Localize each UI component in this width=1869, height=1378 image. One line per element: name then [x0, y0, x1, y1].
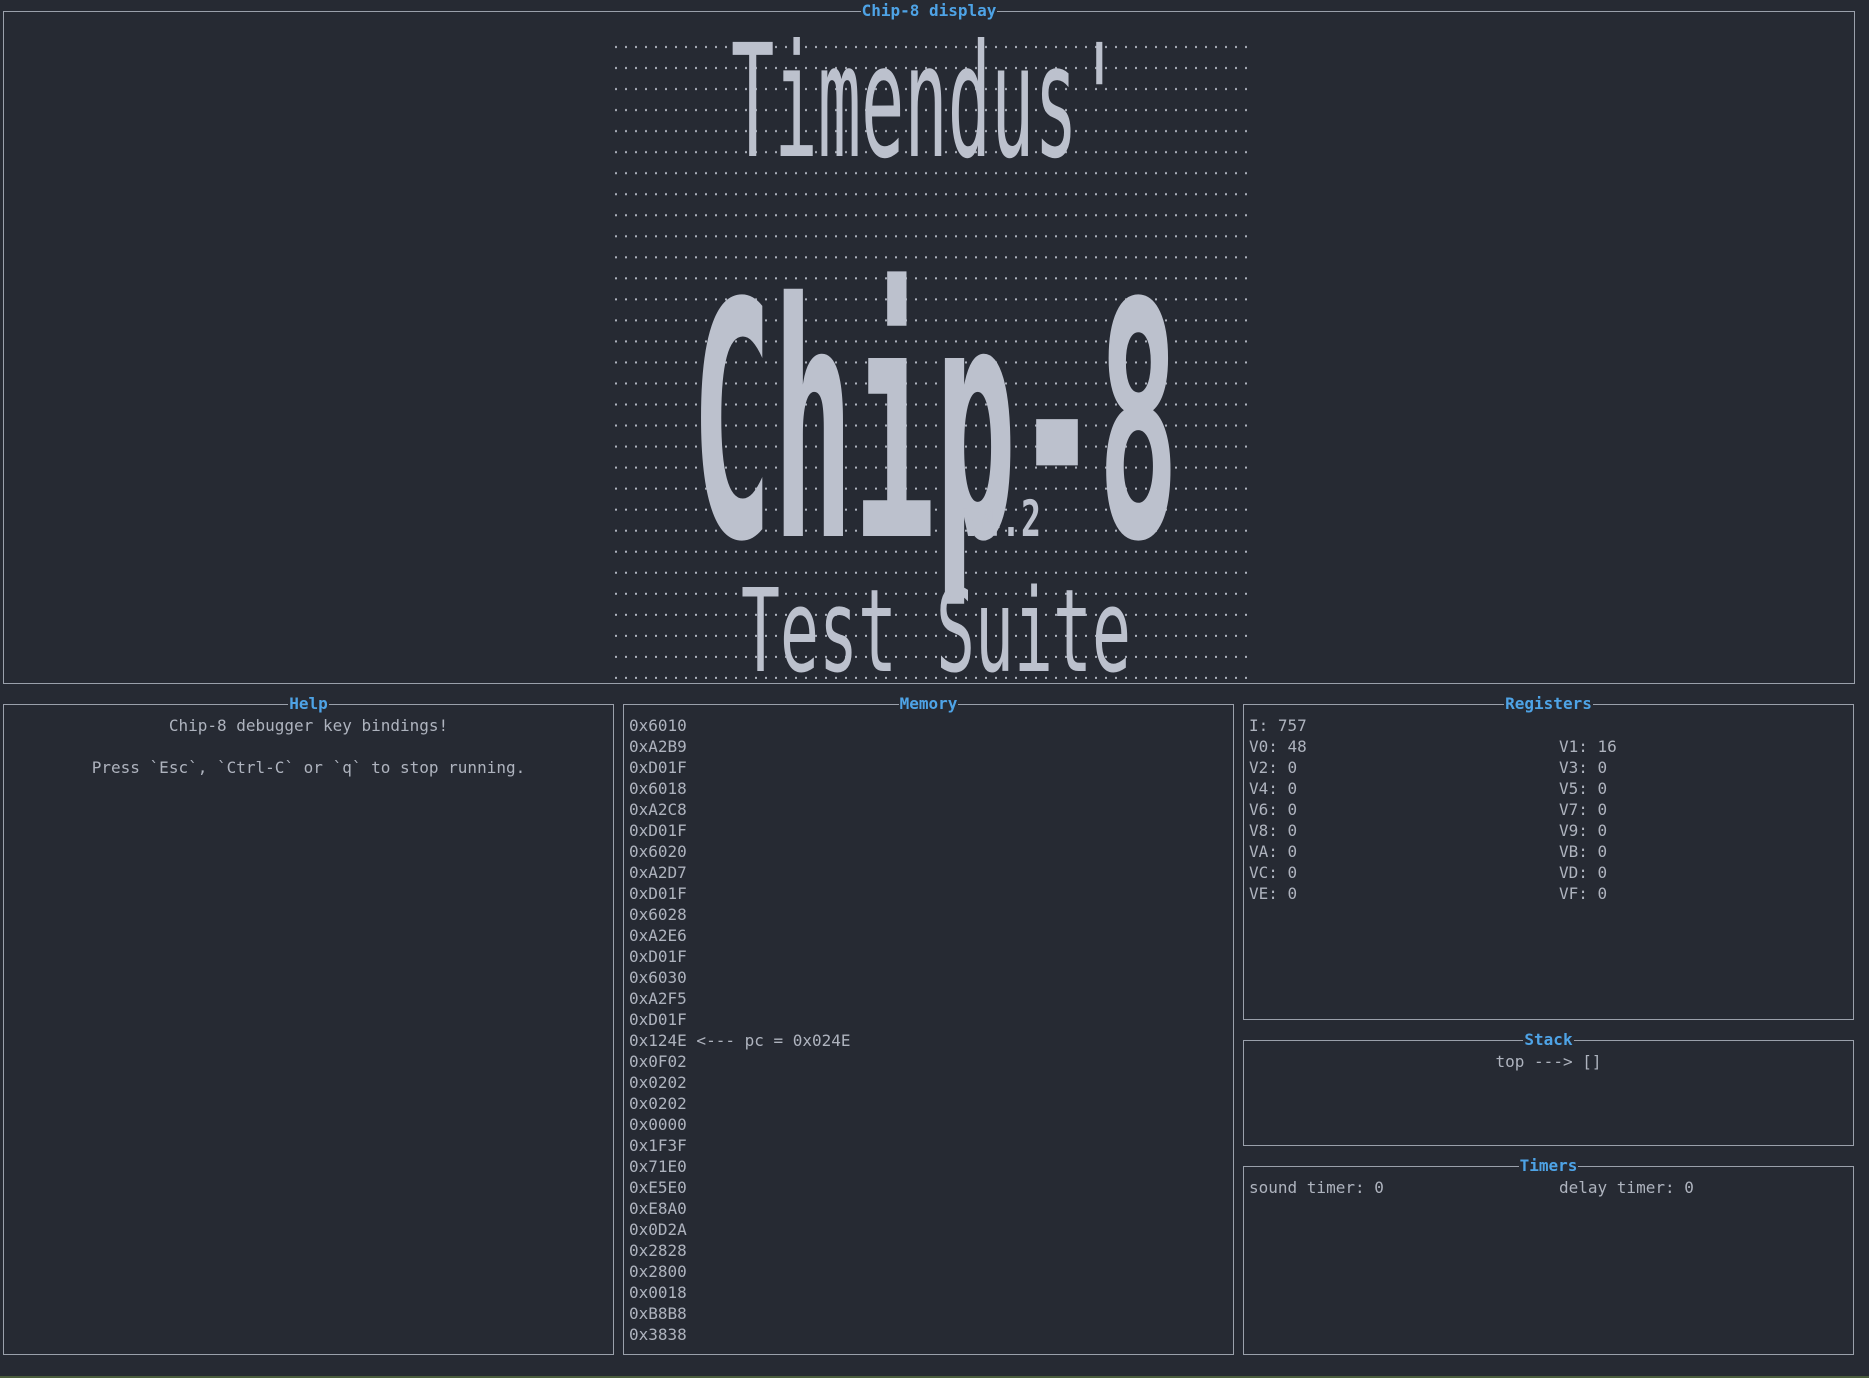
memory-line: 0x2828	[629, 1241, 687, 1260]
help-title: Help	[288, 694, 329, 713]
memory-panel: Memory 0x6010 0xA2B9 0xD01F 0x6018 0xA2C8 0xD…	[623, 694, 1234, 1355]
screen-text-line-2: Chip-8	[691, 236, 1179, 614]
stack-content: top ---> []	[1495, 1052, 1602, 1071]
screen-text-line-4: Test Suite	[741, 566, 1131, 682]
screen-text-test-suite: Test Suite	[741, 566, 1131, 682]
memory-line: 0x0018	[629, 1283, 687, 1302]
memory-title: Memory	[898, 694, 959, 713]
memory-line: 0x6018	[629, 779, 687, 798]
delay-timer: delay timer: 0	[1559, 1178, 1694, 1197]
timers-panel: Timers sound timer: 0 delay timer: 0	[1243, 1156, 1854, 1355]
registers-panel: Registers I: 757 V0: 48 V2: 0 V4: 0 V6: 0 V8…	[1243, 694, 1854, 1020]
memory-line: 0xA2D7	[629, 863, 687, 882]
display-title: Chip-8 display	[860, 1, 998, 20]
memory-line: 0x1F3F	[629, 1136, 687, 1155]
screen-text-version: v4.2	[961, 490, 1041, 548]
memory-line: 0xD01F	[629, 947, 687, 966]
register-value: VA: 0	[1249, 842, 1298, 861]
memory-line: 0xE5E0	[629, 1178, 687, 1197]
timers-title: Timers	[1518, 1156, 1579, 1175]
memory-line: 0x0202	[629, 1094, 687, 1113]
help-panel: Help Chip-8 debugger key bindings! Press…	[3, 694, 614, 1355]
memory-line: 0xD01F	[629, 758, 687, 777]
register-value: V8: 0	[1249, 821, 1298, 840]
register-value: V4: 0	[1249, 779, 1298, 798]
register-value: V0: 48	[1249, 737, 1307, 756]
memory-line: 0xD01F	[629, 1010, 687, 1029]
register-value: VD: 0	[1559, 863, 1608, 882]
memory-line: 0x0F02	[629, 1052, 687, 1071]
memory-line: 0xA2F5	[629, 989, 687, 1008]
register-value: VF: 0	[1559, 884, 1608, 903]
screen-text-chip8: Chip-8	[691, 236, 1179, 614]
help-line-heading: Chip-8 debugger key bindings!	[168, 716, 449, 735]
memory-line: 0x6030	[629, 968, 687, 987]
memory-line: 0xA2C8	[629, 800, 687, 819]
register-value: VE: 0	[1249, 884, 1298, 903]
screen-text-timendus: Timendus'	[731, 31, 1121, 194]
memory-line: 0xD01F	[629, 821, 687, 840]
memory-line: 0x0D2A	[629, 1220, 687, 1239]
memory-line: 0x0000	[629, 1115, 687, 1134]
memory-line: 0xA2E6	[629, 926, 687, 945]
help-line-quit-instructions: Press `Esc`, `Ctrl-C` or `q` to stop run…	[91, 758, 526, 777]
register-value: V6: 0	[1249, 800, 1298, 819]
chip8-display-panel: Chip-8 display Timendus' Chip-8 v4.2 Tes…	[3, 1, 1855, 684]
register-value: V2: 0	[1249, 758, 1298, 777]
register-value: V5: 0	[1559, 779, 1608, 798]
memory-line: 0x3838	[629, 1325, 687, 1344]
stack-panel: Stack top ---> []	[1243, 1030, 1854, 1146]
memory-line: 0x6028	[629, 905, 687, 924]
chip8-screen: Timendus' Chip-8 v4.2 Test Suite	[611, 31, 1251, 682]
stack-title: Stack	[1523, 1030, 1574, 1049]
memory-line: 0xB8B8	[629, 1304, 687, 1323]
register-value: V7: 0	[1559, 800, 1608, 819]
memory-line: 0xE8A0	[629, 1199, 687, 1218]
memory-line: 0x2800	[629, 1262, 687, 1281]
sound-timer: sound timer: 0	[1249, 1178, 1384, 1197]
memory-line: 0x6010	[629, 716, 687, 735]
register-value: V3: 0	[1559, 758, 1608, 777]
memory-line: 0xD01F	[629, 884, 687, 903]
register-i: I: 757	[1249, 716, 1307, 735]
register-value: V1: 16	[1559, 737, 1617, 756]
register-value: V9: 0	[1559, 821, 1608, 840]
memory-line: 0x71E0	[629, 1157, 687, 1176]
memory-line: 0x6020	[629, 842, 687, 861]
memory-line: 0xA2B9	[629, 737, 687, 756]
register-value: VC: 0	[1249, 863, 1298, 882]
register-value: VB: 0	[1559, 842, 1608, 861]
screen-text-line-1: Timendus'	[731, 31, 1121, 194]
registers-title: Registers	[1504, 694, 1593, 713]
memory-line: 0x0202	[629, 1073, 687, 1092]
memory-line: 0x124E <--- pc = 0x024E	[629, 1031, 851, 1050]
screen-text-line-3: v4.2	[961, 490, 1041, 548]
